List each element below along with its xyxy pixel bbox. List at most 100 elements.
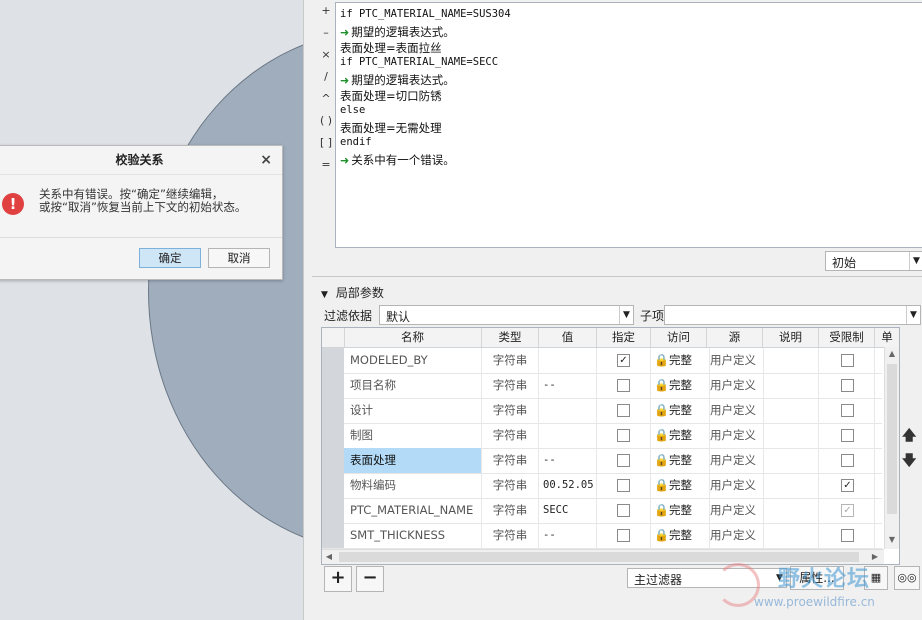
cancel-button[interactable]: 取消	[208, 248, 270, 268]
cell-source: 用户定义	[707, 448, 764, 473]
scroll-down-icon[interactable]: ▼	[885, 535, 899, 544]
operator-equals-button[interactable]: =	[318, 158, 334, 171]
row-gutter[interactable]	[322, 498, 344, 523]
row-gutter[interactable]	[322, 423, 344, 448]
table-row[interactable]: 设计 字符串 🔒完整 用户定义	[322, 398, 882, 424]
designated-checkbox[interactable]: ✓	[617, 354, 630, 367]
cell-description[interactable]	[763, 473, 819, 498]
restricted-checkbox[interactable]: ✓	[841, 479, 854, 492]
cell-description[interactable]	[763, 498, 819, 523]
child-select[interactable]: ▼	[664, 305, 921, 325]
operator-brackets-button[interactable]: [ ]	[318, 136, 334, 149]
column-header-name[interactable]: 名称	[344, 328, 482, 347]
cell-description[interactable]	[763, 448, 819, 473]
cell-value[interactable]	[539, 348, 597, 373]
column-header-type[interactable]: 类型	[482, 328, 539, 347]
cell-value[interactable]	[539, 398, 597, 423]
operator-power-button[interactable]: ^	[318, 92, 334, 105]
table-row[interactable]: 表面处理 字符串 -- 🔒完整 用户定义	[322, 448, 882, 474]
operator-plus-button[interactable]: +	[318, 4, 334, 17]
designated-checkbox[interactable]	[617, 454, 630, 467]
operator-multiply-button[interactable]: ×	[318, 48, 334, 61]
cell-description[interactable]	[763, 398, 819, 423]
table-row[interactable]: MODELED_BY 字符串 ✓ 🔒完整 用户定义	[322, 348, 882, 374]
table-row[interactable]: SMT_THICKNESS 字符串 -- 🔒完整 用户定义	[322, 523, 882, 549]
cell-name[interactable]: 表面处理	[344, 448, 482, 473]
scroll-left-icon[interactable]: ◀	[322, 550, 336, 564]
cell-value[interactable]	[539, 423, 597, 448]
operator-divide-button[interactable]: /	[318, 70, 334, 83]
operator-minus-button[interactable]: –	[318, 26, 334, 39]
cell-value[interactable]: --	[539, 373, 597, 398]
add-parameter-button[interactable]: +	[324, 566, 352, 592]
restricted-checkbox[interactable]	[841, 429, 854, 442]
designated-checkbox[interactable]	[617, 404, 630, 417]
move-down-arrow-icon[interactable]: 🡇	[902, 450, 916, 474]
restricted-checkbox[interactable]	[841, 379, 854, 392]
binoculars-icon[interactable]: ◎◎	[894, 566, 920, 590]
column-header-access[interactable]: 访问	[651, 328, 707, 347]
cell-description[interactable]	[763, 348, 819, 373]
remove-parameter-button[interactable]: −	[356, 566, 384, 592]
table-icon[interactable]: ▦	[864, 566, 888, 590]
designated-checkbox[interactable]	[617, 504, 630, 517]
designated-checkbox[interactable]	[617, 479, 630, 492]
row-gutter[interactable]	[322, 398, 344, 423]
column-header-unit[interactable]: 单	[875, 328, 899, 347]
local-params-header[interactable]: ▼ 局部参数	[321, 284, 384, 301]
column-header-source[interactable]: 源	[707, 328, 763, 347]
cell-description[interactable]	[763, 373, 819, 398]
row-gutter[interactable]	[322, 448, 344, 473]
column-header-value[interactable]: 值	[539, 328, 597, 347]
row-gutter[interactable]	[322, 473, 344, 498]
cell-description[interactable]	[763, 423, 819, 448]
restricted-checkbox[interactable]	[841, 454, 854, 467]
cell-value[interactable]: --	[539, 523, 597, 548]
cell-name[interactable]: MODELED_BY	[344, 348, 482, 373]
cell-access: 🔒完整	[651, 523, 710, 548]
row-gutter[interactable]	[322, 373, 344, 398]
cell-value[interactable]: SECC	[539, 498, 597, 523]
cell-name[interactable]: 项目名称	[344, 373, 482, 398]
operator-parens-button[interactable]: ( )	[318, 114, 334, 127]
cell-description[interactable]	[763, 523, 819, 548]
scroll-right-icon[interactable]: ▶	[868, 550, 882, 564]
horizontal-scrollbar[interactable]: ◀ ▶	[322, 549, 884, 564]
restricted-checkbox[interactable]	[841, 404, 854, 417]
vertical-scrollbar[interactable]: ▲ ▼	[884, 347, 899, 549]
graphics-viewport[interactable]	[0, 0, 303, 620]
close-icon[interactable]: ×	[260, 146, 272, 174]
table-row[interactable]: 制图 字符串 🔒完整 用户定义	[322, 423, 882, 449]
cell-value[interactable]: --	[539, 448, 597, 473]
cell-name[interactable]: 设计	[344, 398, 482, 423]
restricted-checkbox[interactable]	[841, 354, 854, 367]
row-gutter[interactable]	[322, 523, 344, 548]
designated-checkbox[interactable]	[617, 379, 630, 392]
scroll-up-icon[interactable]: ▲	[885, 349, 899, 358]
column-header-designated[interactable]: 指定	[597, 328, 651, 347]
state-select[interactable]: 初始 ▼	[825, 251, 922, 271]
ok-button[interactable]: 确定	[139, 248, 201, 268]
cell-value[interactable]: 00.52.05	[539, 473, 597, 498]
table-row[interactable]: PTC_MATERIAL_NAME 字符串 SECC 🔒完整 用户定义 ✓	[322, 498, 882, 524]
properties-button[interactable]: 属性...	[790, 566, 844, 590]
cell-name[interactable]: 物料编码	[344, 473, 482, 498]
column-header-description[interactable]: 说明	[763, 328, 819, 347]
table-row[interactable]: 物料编码 字符串 00.52.05 🔒完整 用户定义 ✓	[322, 473, 882, 499]
relations-editor[interactable]: if PTC_MATERIAL_NAME=SUS304 ➜ 期望的逻辑表达式。 表…	[335, 2, 922, 248]
filter-select[interactable]: 默认 ▼	[379, 305, 634, 325]
move-up-arrow-icon[interactable]: 🡅	[902, 425, 916, 449]
column-header-restricted[interactable]: 受限制	[819, 328, 875, 347]
cell-name[interactable]: PTC_MATERIAL_NAME	[344, 498, 482, 523]
row-gutter[interactable]	[322, 348, 344, 373]
cell-name[interactable]: SMT_THICKNESS	[344, 523, 482, 548]
designated-checkbox[interactable]	[617, 429, 630, 442]
table-row[interactable]: 项目名称 字符串 -- 🔒完整 用户定义	[322, 373, 882, 399]
designated-checkbox[interactable]	[617, 529, 630, 542]
scroll-thumb[interactable]	[339, 552, 859, 562]
restricted-checkbox[interactable]: ✓	[841, 504, 854, 517]
restricted-checkbox[interactable]	[841, 529, 854, 542]
main-filter-select[interactable]: 主过滤器 ▼	[627, 568, 787, 588]
cell-name[interactable]: 制图	[344, 423, 482, 448]
scroll-thumb[interactable]	[887, 364, 897, 514]
